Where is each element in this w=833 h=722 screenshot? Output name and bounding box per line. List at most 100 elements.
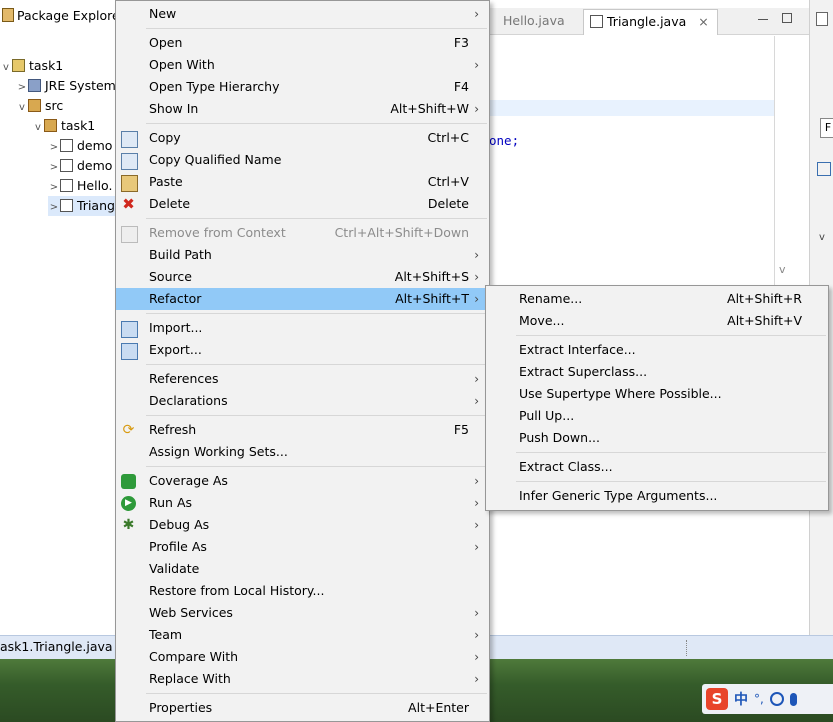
menu-item-copy-qualified-name[interactable]: Copy Qualified Name (116, 149, 489, 171)
menu-item-open-with[interactable]: Open With › (116, 54, 489, 76)
ime-toolbar[interactable]: S 中 °, (702, 684, 833, 714)
ime-punctuation-mode[interactable]: °, (754, 692, 764, 706)
menu-item-shortcut: F5 (453, 422, 469, 437)
menu-item-debug-as[interactable]: ✱ Debug As › (116, 514, 489, 536)
menu-item-label: Remove from Context (149, 225, 286, 240)
menu-item-source[interactable]: Source Alt+Shift+S › (116, 266, 489, 288)
expand-arrow-icon[interactable]: > (48, 198, 60, 218)
submenu-item-extract-superclass[interactable]: Extract Superclass... (486, 361, 828, 383)
menu-item-properties[interactable]: Properties Alt+Enter (116, 697, 489, 719)
tree-item-jre[interactable]: > JRE System (16, 76, 116, 96)
paste-icon (121, 175, 138, 192)
chevron-down-icon[interactable]: v (819, 232, 825, 243)
menu-item-replace-with[interactable]: Replace With › (116, 668, 489, 690)
menu-item-references[interactable]: References › (116, 368, 489, 390)
menu-item-import[interactable]: Import... (116, 317, 489, 339)
menu-item-shortcut: F3 (453, 35, 469, 50)
menu-item-delete[interactable]: ✖ Delete Delete (116, 193, 489, 215)
scroll-down-icon[interactable]: v (779, 263, 786, 276)
menu-item-run-as[interactable]: ▶ Run As › (116, 492, 489, 514)
submenu-item-infer-generic-type[interactable]: Infer Generic Type Arguments... (486, 485, 828, 507)
tree-item-src[interactable]: v src (16, 96, 63, 116)
tree-item-package[interactable]: v task1 (32, 116, 95, 136)
sogou-ime-icon[interactable]: S (706, 688, 728, 710)
submenu-item-move[interactable]: Move... Alt+Shift+V (486, 310, 828, 332)
minimize-icon[interactable] (758, 19, 768, 20)
tree-item-file[interactable]: > demo (48, 136, 113, 158)
tree-item-label: src (45, 98, 64, 113)
submenu-arrow-icon: › (474, 474, 479, 488)
menu-item-build-path[interactable]: Build Path › (116, 244, 489, 266)
submenu-arrow-icon: › (474, 248, 479, 262)
menu-item-compare-with[interactable]: Compare With › (116, 646, 489, 668)
collapse-arrow-icon[interactable]: v (16, 98, 28, 118)
expand-arrow-icon[interactable]: > (48, 178, 60, 198)
submenu-item-use-supertype[interactable]: Use Supertype Where Possible... (486, 383, 828, 405)
copy-icon (121, 131, 138, 148)
code-fragment[interactable]: one; (489, 133, 519, 148)
menu-item-team[interactable]: Team › (116, 624, 489, 646)
menu-item-open[interactable]: Open F3 (116, 32, 489, 54)
submenu-item-extract-interface[interactable]: Extract Interface... (486, 339, 828, 361)
menu-item-remove-from-context: Remove from Context Ctrl+Alt+Shift+Down (116, 222, 489, 244)
menu-item-restore-local-history[interactable]: Restore from Local History... (116, 580, 489, 602)
microphone-icon[interactable] (789, 692, 797, 706)
menu-item-copy[interactable]: Copy Ctrl+C (116, 127, 489, 149)
refresh-icon: ⟳ (122, 422, 135, 438)
menu-item-label: New (149, 6, 177, 21)
menu-item-label: Show In (149, 101, 199, 116)
menu-item-label: Infer Generic Type Arguments... (519, 488, 718, 503)
menu-item-paste[interactable]: Paste Ctrl+V (116, 171, 489, 193)
expand-arrow-icon[interactable]: > (48, 158, 60, 178)
menu-item-label: Properties (149, 700, 213, 715)
menu-separator (146, 693, 487, 694)
menu-item-declarations[interactable]: Declarations › (116, 390, 489, 412)
source-folder-icon (28, 99, 41, 112)
menu-item-validate[interactable]: Validate (116, 558, 489, 580)
menu-item-assign-working-sets[interactable]: Assign Working Sets... (116, 441, 489, 463)
submenu-arrow-icon: › (474, 540, 479, 554)
menu-separator (146, 415, 487, 416)
ime-chinese-mode[interactable]: 中 (734, 689, 748, 709)
tab-triangle-java[interactable]: Triangle.java × (583, 9, 718, 35)
expand-arrow-icon[interactable]: > (16, 78, 28, 98)
menu-item-refresh[interactable]: ⟳ Refresh F5 (116, 419, 489, 441)
emoji-icon[interactable] (769, 692, 784, 706)
menu-item-open-type-hierarchy[interactable]: Open Type Hierarchy F4 (116, 76, 489, 98)
close-tab-icon[interactable]: × (698, 14, 708, 29)
filter-field-icon[interactable]: F (820, 118, 833, 138)
menu-item-label: Push Down... (519, 430, 600, 445)
menu-item-show-in[interactable]: Show In Alt+Shift+W › (116, 98, 489, 120)
collapse-arrow-icon[interactable]: v (32, 118, 44, 138)
submenu-arrow-icon: › (474, 496, 479, 510)
menu-item-web-services[interactable]: Web Services › (116, 602, 489, 624)
tree-item-file-selected[interactable]: > Triang (48, 196, 125, 216)
tree-item-project[interactable]: v task1 (0, 56, 63, 76)
menu-item-profile-as[interactable]: Profile As › (116, 536, 489, 558)
expand-arrow-icon[interactable]: > (48, 138, 60, 158)
menu-item-refactor[interactable]: Refactor Alt+Shift+T › (116, 288, 489, 310)
menu-item-label: Run As (149, 495, 193, 510)
submenu-item-pull-up[interactable]: Pull Up... (486, 405, 828, 427)
submenu-item-extract-class[interactable]: Extract Class... (486, 456, 828, 478)
tab-hello-java[interactable]: Hello.java (503, 9, 565, 33)
submenu-item-rename[interactable]: Rename... Alt+Shift+R (486, 288, 828, 310)
hierarchy-icon[interactable] (817, 162, 831, 176)
submenu-item-push-down[interactable]: Push Down... (486, 427, 828, 449)
collapse-arrow-icon[interactable]: v (0, 58, 12, 78)
debug-icon: ✱ (122, 517, 135, 533)
outline-icon[interactable] (816, 12, 828, 26)
menu-item-new[interactable]: New › (116, 3, 489, 25)
menu-item-coverage-as[interactable]: Coverage As › (116, 470, 489, 492)
menu-item-shortcut: Alt+Enter (408, 700, 469, 715)
tree-item-file[interactable]: > demo (48, 156, 113, 178)
maximize-icon[interactable] (782, 13, 792, 23)
menu-item-label: Extract Superclass... (519, 364, 648, 379)
java-file-icon (60, 139, 73, 152)
package-icon (44, 119, 57, 132)
tree-item-file[interactable]: > Hello. (48, 176, 113, 198)
refactor-submenu: Rename... Alt+Shift+R Move... Alt+Shift+V … (485, 285, 829, 511)
package-explorer-tab[interactable]: Package Explorer (0, 8, 118, 34)
menu-item-export[interactable]: Export... (116, 339, 489, 361)
editor-scrollbar-track[interactable] (774, 36, 775, 286)
